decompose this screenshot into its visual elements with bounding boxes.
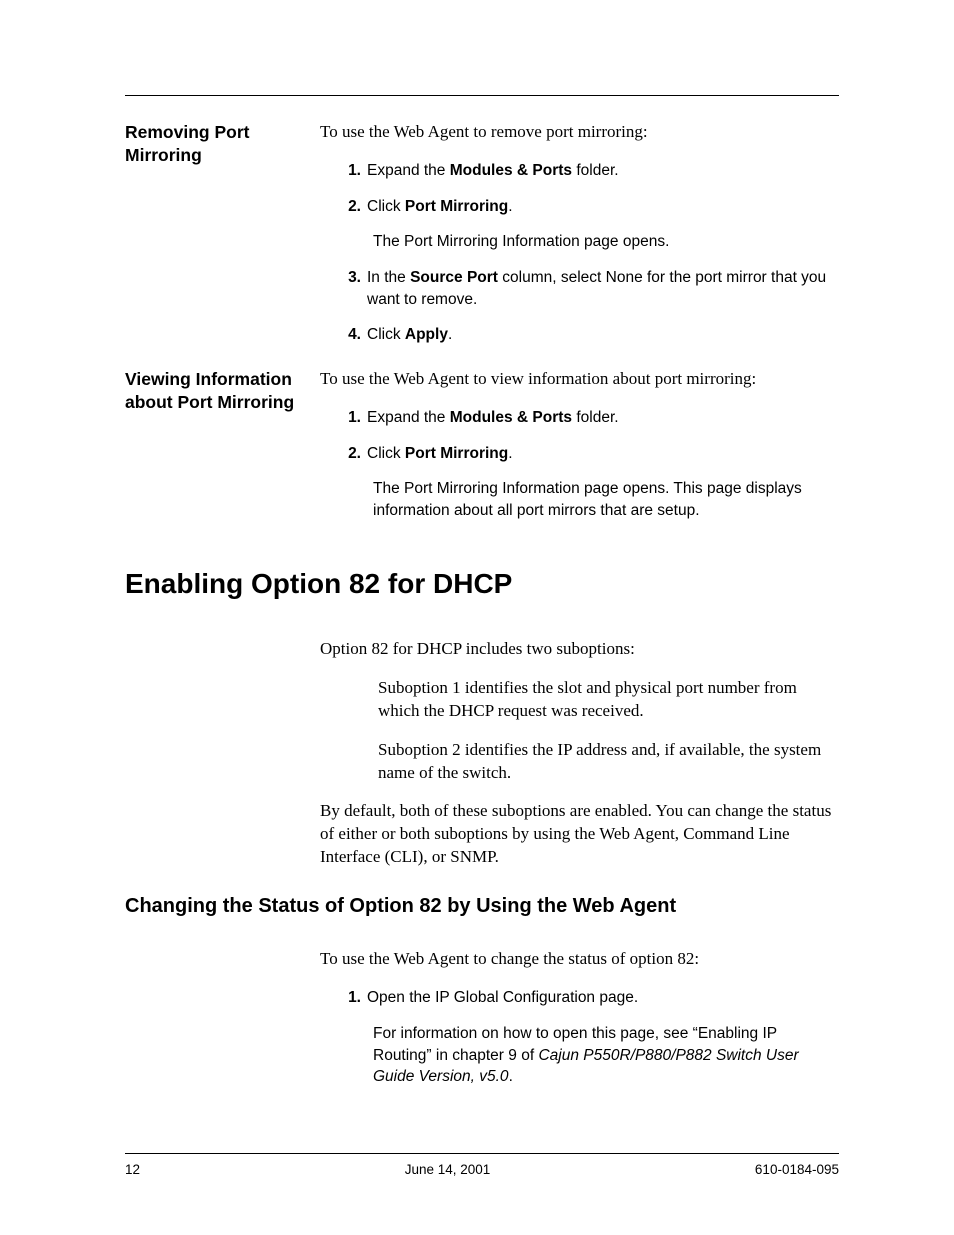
page-footer: 12 June 14, 2001 610-0184-095: [125, 1153, 839, 1177]
suboption-1: Suboption 1 identifies the slot and phys…: [378, 677, 839, 723]
step-text: Open the IP Global Configuration page.: [367, 987, 839, 1009]
side-heading-viewing: Viewing Information about Port Mirroring: [125, 368, 320, 414]
intro-viewing: To use the Web Agent to view information…: [320, 368, 839, 391]
heading-changing-status-web-agent: Changing the Status of Option 82 by Usin…: [125, 895, 839, 918]
step-number: 2.: [345, 443, 367, 465]
step-number: 1.: [345, 987, 367, 1009]
steps-web82: 1. Open the IP Global Configuration page…: [320, 987, 839, 1009]
step-number: 2.: [345, 196, 367, 218]
doc-number: 610-0184-095: [755, 1162, 839, 1177]
step-4: 4. Click Apply.: [345, 324, 839, 346]
steps-removing: 1. Expand the Modules & Ports folder. 2.…: [320, 160, 839, 217]
steps-removing-cont: 3. In the Source Port column, select Non…: [320, 267, 839, 346]
intro-removing: To use the Web Agent to remove port mirr…: [320, 121, 839, 144]
step-text: Click Port Mirroring.: [367, 196, 839, 218]
step-3: 3. In the Source Port column, select Non…: [345, 267, 839, 310]
default-para: By default, both of these suboptions are…: [320, 800, 839, 869]
section-removing-port-mirroring: Removing Port Mirroring To use the Web A…: [125, 121, 839, 360]
step-number: 4.: [345, 324, 367, 346]
footer-rule: [125, 1153, 839, 1154]
step-text: Expand the Modules & Ports folder.: [367, 407, 839, 429]
heading-enabling-option-82: Enabling Option 82 for DHCP: [125, 568, 839, 600]
steps-viewing: 1. Expand the Modules & Ports folder. 2.…: [320, 407, 839, 464]
intro-option82: Option 82 for DHCP includes two suboptio…: [320, 638, 839, 661]
step-text: In the Source Port column, select None f…: [367, 267, 839, 310]
body-web82: To use the Web Agent to change the statu…: [320, 948, 839, 1088]
step-number: 1.: [345, 407, 367, 429]
suboption-2: Suboption 2 identifies the IP address an…: [378, 739, 839, 785]
step-number: 1.: [345, 160, 367, 182]
side-heading-removing: Removing Port Mirroring: [125, 121, 320, 167]
step-2: 2. Click Port Mirroring.: [345, 443, 839, 465]
step-1: 1. Expand the Modules & Ports folder.: [345, 407, 839, 429]
step-text: Expand the Modules & Ports folder.: [367, 160, 839, 182]
step-1-result: For information on how to open this page…: [373, 1023, 839, 1088]
step-2: 2. Click Port Mirroring.: [345, 196, 839, 218]
page-number: 12: [125, 1162, 140, 1177]
section-viewing-info: Viewing Information about Port Mirroring…: [125, 368, 839, 536]
step-number: 3.: [345, 267, 367, 310]
step-2-result: The Port Mirroring Information page open…: [373, 478, 839, 521]
footer-row: 12 June 14, 2001 610-0184-095: [125, 1162, 839, 1177]
intro-web82: To use the Web Agent to change the statu…: [320, 948, 839, 971]
step-1: 1. Open the IP Global Configuration page…: [345, 987, 839, 1009]
body-viewing: To use the Web Agent to view information…: [320, 368, 839, 536]
step-text: Click Port Mirroring.: [367, 443, 839, 465]
top-rule: [125, 95, 839, 96]
footer-date: June 14, 2001: [405, 1162, 491, 1177]
step-1: 1. Expand the Modules & Ports folder.: [345, 160, 839, 182]
body-option82: Option 82 for DHCP includes two suboptio…: [320, 638, 839, 870]
body-removing: To use the Web Agent to remove port mirr…: [320, 121, 839, 360]
step-text: Click Apply.: [367, 324, 839, 346]
step-2-result: The Port Mirroring Information page open…: [373, 231, 839, 253]
